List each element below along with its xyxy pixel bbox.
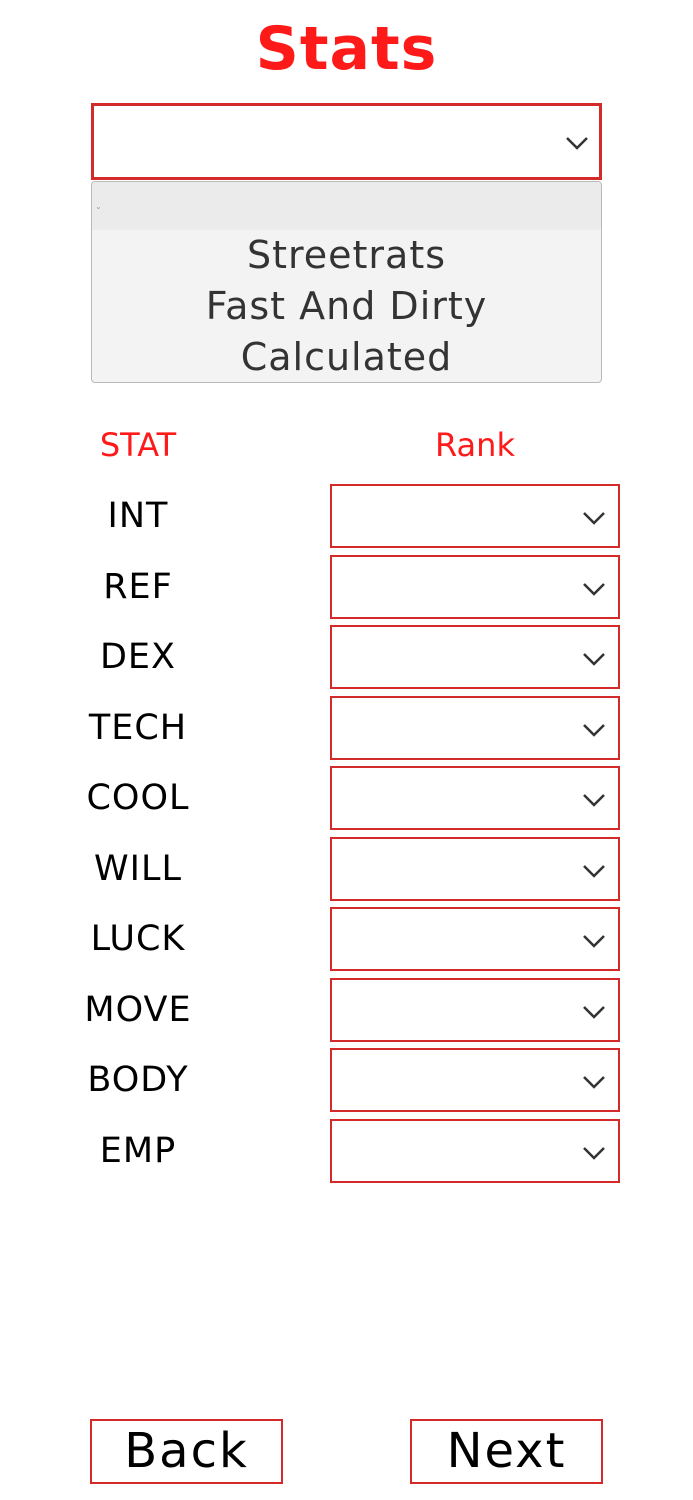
stat-column-header: STAT — [99, 426, 177, 464]
rank-select-ref[interactable] — [330, 555, 620, 619]
stat-label: REF — [103, 567, 173, 607]
stat-label: TECH — [88, 708, 188, 748]
method-select[interactable] — [91, 103, 602, 180]
back-button[interactable]: Back — [90, 1419, 283, 1484]
method-option-blank[interactable]: ⌄ — [92, 182, 601, 230]
stat-label: COOL — [86, 778, 190, 818]
stat-label: MOVE — [84, 990, 192, 1030]
stat-row-ref: REF — [0, 555, 693, 619]
stat-label: INT — [107, 496, 169, 536]
stat-label: BODY — [87, 1060, 189, 1100]
rank-select-luck[interactable] — [330, 907, 620, 971]
rank-select-cool[interactable] — [330, 766, 620, 830]
rank-select-body[interactable] — [330, 1048, 620, 1112]
chevron-down-icon — [583, 653, 605, 666]
chevron-down-icon — [583, 865, 605, 878]
stat-label: LUCK — [90, 919, 186, 959]
rank-select-dex[interactable] — [330, 625, 620, 689]
chevron-down-icon — [583, 1006, 605, 1019]
rank-select-will[interactable] — [330, 837, 620, 901]
stat-row-tech: TECH — [0, 696, 693, 760]
chevron-down-icon — [583, 935, 605, 948]
stat-row-move: MOVE — [0, 978, 693, 1042]
chevron-down-icon — [583, 1147, 605, 1160]
stat-row-body: BODY — [0, 1048, 693, 1112]
chevron-down-icon — [583, 724, 605, 737]
page-title: Stats — [255, 14, 438, 84]
stat-label: WILL — [94, 849, 182, 889]
stat-row-dex: DEX — [0, 625, 693, 689]
method-options-list: ⌄ Streetrats Fast And Dirty Calculated — [91, 181, 602, 383]
rank-select-tech[interactable] — [330, 696, 620, 760]
rank-select-int[interactable] — [330, 484, 620, 548]
chevron-down-icon — [583, 583, 605, 596]
stat-row-luck: LUCK — [0, 907, 693, 971]
next-button[interactable]: Next — [410, 1419, 603, 1484]
method-option-calculated[interactable]: Calculated — [92, 332, 601, 382]
rank-column-header: Rank — [435, 426, 515, 464]
chevron-down-icon — [566, 137, 588, 150]
chevron-down-icon — [583, 512, 605, 525]
check-icon: ⌄ — [95, 202, 102, 211]
stat-row-emp: EMP — [0, 1119, 693, 1183]
chevron-down-icon — [583, 794, 605, 807]
rank-select-move[interactable] — [330, 978, 620, 1042]
method-option-fast-and-dirty[interactable]: Fast And Dirty — [92, 281, 601, 332]
method-option-streetrats[interactable]: Streetrats — [92, 230, 601, 281]
chevron-down-icon — [583, 1076, 605, 1089]
stat-row-will: WILL — [0, 837, 693, 901]
stat-label: DEX — [99, 637, 177, 677]
stat-row-int: INT — [0, 484, 693, 548]
rank-select-emp[interactable] — [330, 1119, 620, 1183]
stat-row-cool: COOL — [0, 766, 693, 830]
stat-label: EMP — [99, 1131, 177, 1171]
